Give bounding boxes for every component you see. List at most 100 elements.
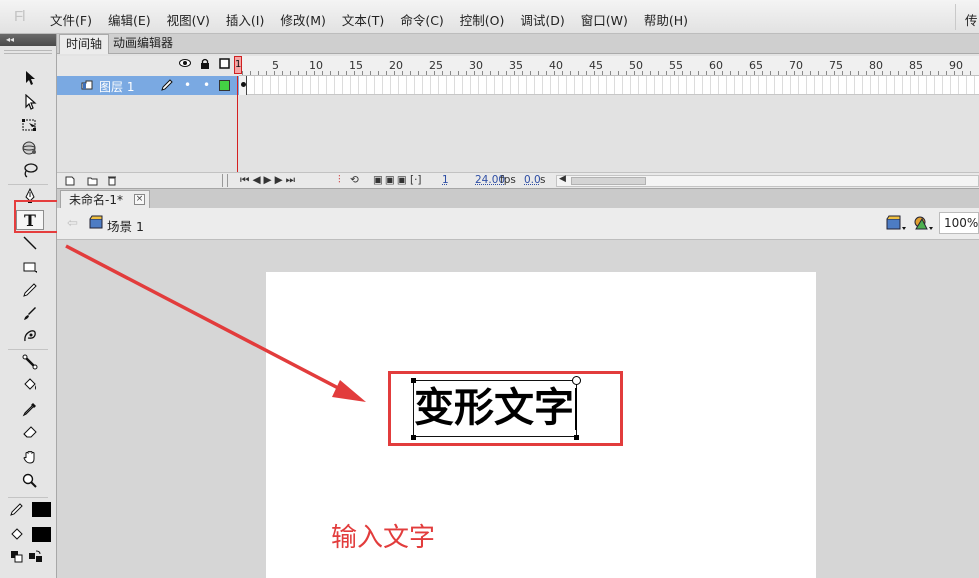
playback-controls[interactable]: ⏮◀︎▶︎▶︎⏭ [240,174,298,187]
paint-bucket-tool[interactable] [16,375,44,395]
frame-cells[interactable] [239,76,979,95]
document-tab[interactable]: 未命名-1* × [60,190,150,209]
eraser-icon [23,426,37,438]
time-unit: s [540,174,546,186]
zoom-select[interactable]: 100% [939,212,979,234]
frame-ruler[interactable]: 5 10 15 20 25 30 35 40 45 50 55 60 65 70 75 80 85 90 [239,56,979,76]
svg-text:T: T [24,212,36,228]
menu-item[interactable]: 文件(F) [50,10,92,29]
paint-bucket-icon [24,378,36,390]
zoom-icon [22,473,37,488]
menu-item[interactable]: 控制(O) [460,10,505,29]
swap-colors-icon[interactable] [28,550,44,564]
lock-dot[interactable]: • [203,78,210,92]
ruler-tick [282,71,283,75]
ruler-tick [338,71,339,75]
fps-unit: fps [500,174,516,186]
eyedropper-icon [22,403,36,417]
stroke-pencil-icon [10,502,23,516]
stroke-color-swatch[interactable] [32,502,51,517]
ruler-tick [850,71,851,75]
menu-item[interactable]: 窗口(W) [581,10,628,29]
ruler-tick [258,71,259,75]
edit-markers-icon[interactable]: [·] [410,174,422,186]
line-tool[interactable] [16,233,44,253]
onion-skin-icons[interactable]: ▣▣▣ [373,174,409,186]
layer-row[interactable]: 图层 1 • • [57,76,239,95]
menu-item[interactable]: 调试(D) [520,10,564,29]
ruler-label: 15 [349,59,363,72]
menu-item[interactable]: 命令(C) [400,10,443,29]
ruler-tick [530,71,531,75]
menu-item[interactable]: 视图(V) [167,10,210,29]
deco-tool[interactable] [16,326,44,346]
playhead[interactable]: 1 [234,56,242,74]
fill-color-row[interactable] [10,527,51,542]
new-folder-icon[interactable] [87,176,98,186]
eye-icon[interactable] [179,58,191,68]
rectangle-tool[interactable] [16,257,44,277]
new-layer-icon[interactable] [65,176,75,186]
edit-scene-icon[interactable] [885,214,907,232]
back-arrow-icon[interactable]: ⇦ [67,216,78,231]
pencil-tool[interactable] [16,280,44,300]
text-box-handle[interactable] [411,378,416,383]
tools-grip[interactable] [4,50,52,54]
subselection-tool[interactable] [16,92,44,112]
keyframe-cell[interactable] [239,76,247,95]
hand-tool[interactable] [16,447,44,467]
ruler-tick [786,71,787,75]
brush-tool[interactable] [16,303,44,323]
menu-items: 文件(F) 编辑(E) 视图(V) 插入(I) 修改(M) 文本(T) 命令(C) 控制(O)… [50,10,704,29]
stage-text[interactable]: 变形文字 [414,384,574,432]
pen-tool[interactable] [16,186,44,206]
eyedropper-tool[interactable] [16,399,44,419]
text-tool[interactable]: T [16,210,44,230]
layer-outline-color[interactable] [219,80,230,91]
elapsed-time-value[interactable]: 0.0 [524,174,541,186]
3d-rotation-tool[interactable] [16,138,44,158]
zoom-tool[interactable] [16,471,44,491]
lock-icon[interactable] [200,58,210,69]
menu-item[interactable]: 编辑(E) [108,10,151,29]
bone-tool[interactable] [16,352,44,372]
menu-item[interactable]: 插入(I) [226,10,264,29]
free-transform-tool[interactable] [16,115,44,135]
ruler-tick [458,71,459,75]
lasso-tool[interactable] [16,160,44,180]
collapse-icon[interactable]: ◂◂ [6,34,14,46]
free-transform-icon [22,119,36,131]
selection-tool[interactable] [16,68,44,88]
tab-motion-editor[interactable]: 动画编辑器 [107,34,179,54]
stroke-color-row[interactable] [10,502,51,517]
menu-item[interactable]: 文本(T) [342,10,384,29]
menu-item[interactable]: 帮助(H) [644,10,688,29]
footer-splitter[interactable] [222,174,228,187]
outline-icon[interactable] [219,58,230,69]
ruler-tick [666,71,667,75]
text-box-handle[interactable] [574,435,579,440]
center-frame-icon[interactable]: ⫶ [338,174,341,187]
scroll-left-icon[interactable]: ◀ [559,174,566,184]
scene-label[interactable]: 场景 1 [107,216,144,235]
scrollbar-thumb[interactable] [571,177,646,185]
menu-item[interactable]: 修改(M) [280,10,326,29]
black-white-icon[interactable] [10,550,24,564]
ruler-tick [546,71,547,75]
menu-overflow-item[interactable]: 传 [965,10,978,29]
layer-name[interactable]: 图层 1 [99,78,134,95]
visibility-dot[interactable]: • [184,78,191,92]
current-frame-value[interactable]: 1 [442,174,449,186]
loop-icon[interactable]: ⟲ [350,174,359,186]
ruler-tick [706,71,707,75]
close-icon[interactable]: × [133,194,145,205]
delete-layer-icon[interactable] [107,175,117,186]
ruler-label: 50 [629,59,643,72]
eraser-tool[interactable] [16,422,44,442]
timeline-scrollbar[interactable]: ◀ [556,174,979,187]
text-box-handle[interactable] [411,435,416,440]
edit-symbol-icon[interactable] [912,214,934,232]
ruler-label: 45 [589,59,603,72]
fill-color-swatch[interactable] [32,527,51,542]
tab-timeline[interactable]: 时间轴 [59,34,110,54]
